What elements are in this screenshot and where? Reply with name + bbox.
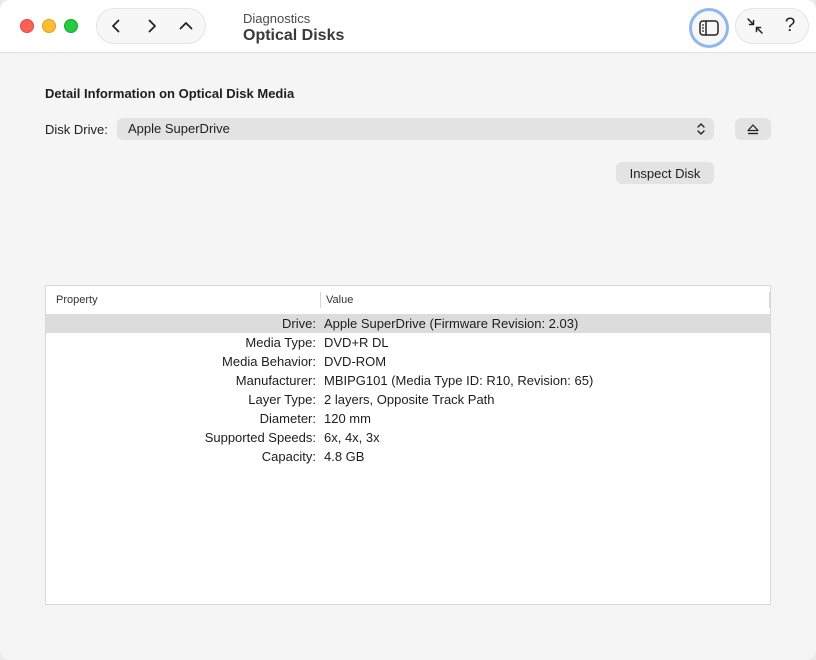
- value-cell: 4.8 GB: [324, 449, 365, 464]
- eject-icon: [747, 123, 759, 134]
- column-header-property[interactable]: Property: [56, 294, 98, 306]
- table-row[interactable]: Diameter: 120 mm: [46, 409, 770, 428]
- table-row[interactable]: Capacity: 4.8 GB: [46, 447, 770, 466]
- popup-chevrons-icon: [697, 123, 705, 135]
- property-cell: Supported Speeds:: [204, 430, 316, 445]
- column-divider[interactable]: [769, 292, 770, 308]
- disk-drive-selected-value: Apple SuperDrive: [128, 121, 230, 136]
- table-row[interactable]: Media Type: DVD+R DL: [46, 333, 770, 352]
- property-cell: Diameter:: [259, 411, 316, 426]
- toolbar-right-group: ?: [735, 8, 809, 44]
- properties-table: Property Value Drive: Apple SuperDrive (…: [45, 285, 771, 605]
- chevron-left-icon: [112, 19, 120, 33]
- back-button[interactable]: [99, 9, 133, 43]
- forward-button[interactable]: [135, 9, 169, 43]
- disk-drive-label: Disk Drive:: [45, 122, 108, 137]
- zoom-window-button[interactable]: [64, 19, 78, 33]
- chevron-right-icon: [148, 19, 156, 33]
- table-row[interactable]: Media Behavior: DVD-ROM: [46, 352, 770, 371]
- window-title: Optical Disks: [243, 27, 345, 44]
- collapse-button[interactable]: [738, 9, 772, 43]
- table-row[interactable]: Supported Speeds: 6x, 4x, 3x: [46, 428, 770, 447]
- property-cell: Capacity:: [261, 449, 316, 464]
- sidebar-toggle-icon: [699, 20, 719, 36]
- table-row[interactable]: Layer Type: 2 layers, Opposite Track Pat…: [46, 390, 770, 409]
- property-cell: Layer Type:: [248, 392, 316, 407]
- value-cell: 6x, 4x, 3x: [324, 430, 380, 445]
- collapse-arrows-icon: [747, 18, 763, 34]
- inspect-disk-button[interactable]: Inspect Disk: [616, 162, 714, 184]
- section-title: Detail Information on Optical Disk Media: [45, 86, 295, 101]
- navigation-group: [96, 8, 206, 44]
- value-cell: MBIPG101 (Media Type ID: R10, Revision: …: [324, 373, 594, 388]
- help-button[interactable]: ?: [773, 9, 807, 43]
- table-header: Property Value: [46, 286, 770, 315]
- column-header-value[interactable]: Value: [326, 294, 353, 306]
- value-cell: DVD-ROM: [324, 354, 387, 369]
- property-cell: Media Behavior:: [222, 354, 316, 369]
- up-button[interactable]: [169, 9, 203, 43]
- table-row[interactable]: Drive: Apple SuperDrive (Firmware Revisi…: [46, 314, 770, 333]
- value-cell: 2 layers, Opposite Track Path: [324, 392, 495, 407]
- eject-button[interactable]: [735, 118, 771, 140]
- app-window: Diagnostics Optical Disks ? Detail Infor…: [0, 0, 816, 660]
- value-cell: 120 mm: [324, 411, 371, 426]
- table-row[interactable]: Manufacturer: MBIPG101 (Media Type ID: R…: [46, 371, 770, 390]
- value-cell: Apple SuperDrive (Firmware Revision: 2.0…: [324, 316, 579, 331]
- disk-drive-select[interactable]: Apple SuperDrive: [117, 118, 714, 140]
- chevron-up-icon: [179, 22, 193, 30]
- property-cell: Media Type:: [245, 335, 316, 350]
- toolbar: Diagnostics Optical Disks ?: [0, 0, 816, 53]
- property-cell: Drive:: [282, 316, 316, 331]
- column-divider[interactable]: [320, 292, 321, 308]
- close-window-button[interactable]: [20, 19, 34, 33]
- value-cell: DVD+R DL: [324, 335, 389, 350]
- window-subtitle: Diagnostics: [243, 11, 311, 26]
- property-cell: Manufacturer:: [235, 373, 316, 388]
- minimize-window-button[interactable]: [42, 19, 56, 33]
- sidebar-toggle-button[interactable]: [689, 8, 729, 48]
